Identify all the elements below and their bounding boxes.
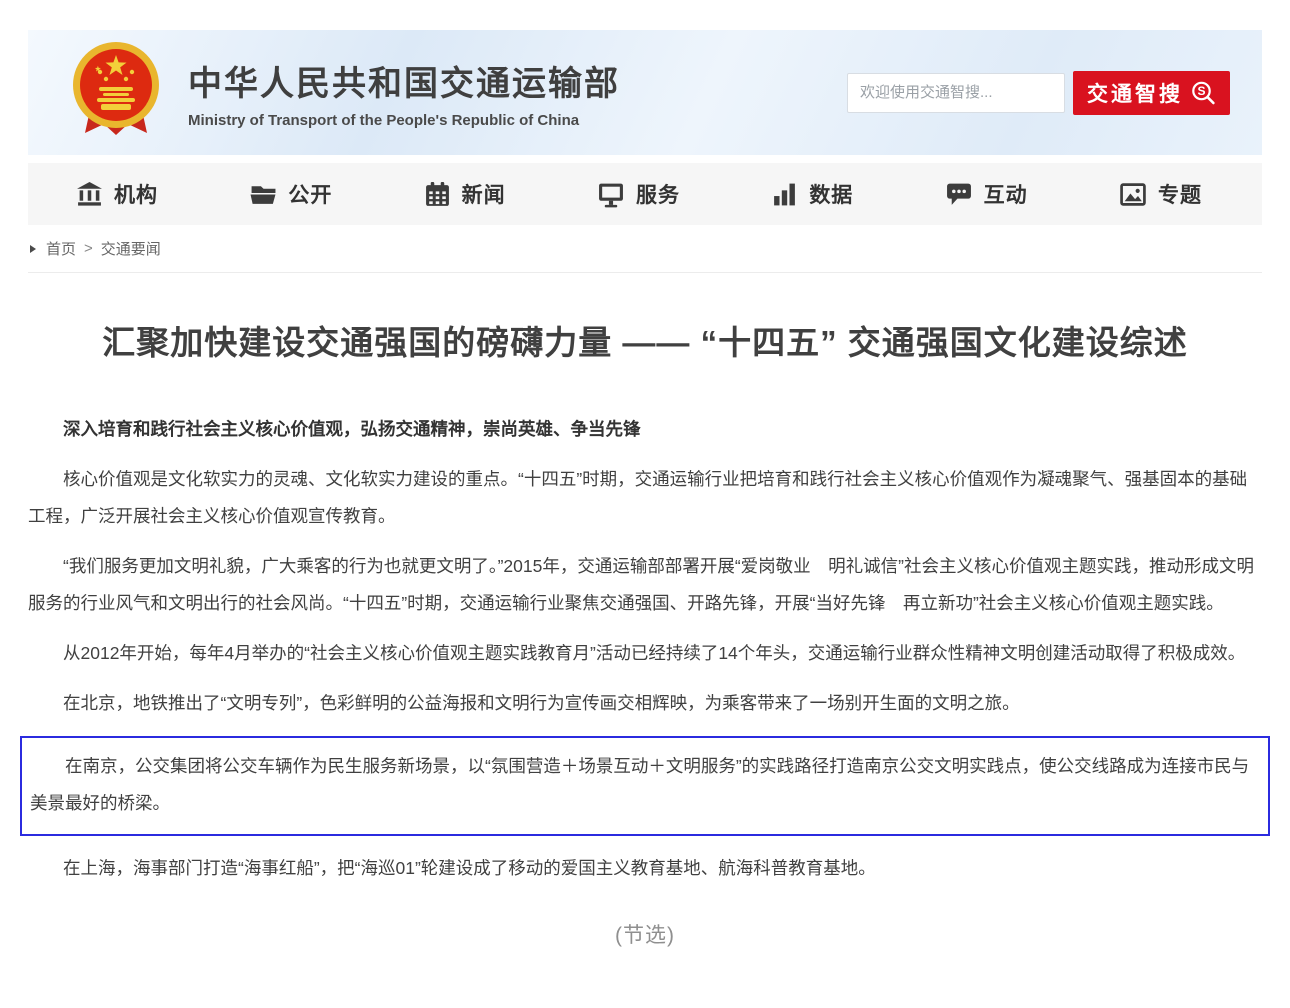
nav-label: 新闻 [462, 179, 506, 209]
breadcrumb-home-link[interactable]: 首页 [46, 238, 76, 259]
article-paragraph: “我们服务更加文明礼貌，广大乘客的行为也就更文明了。”2015年，交通运输部部署… [28, 548, 1262, 622]
search-input[interactable] [847, 73, 1065, 113]
highlighted-paragraph-box: 在南京，公交集团将公交车辆作为民生服务新场景，以“氛围营造＋场景互动＋文明服务”… [20, 736, 1270, 836]
article-lead-paragraph: 深入培育和践行社会主义核心价值观，弘扬交通精神，崇尚英雄、争当先锋 [28, 411, 1262, 448]
excerpt-note: (节选) [28, 917, 1262, 954]
site-header: 中华人民共和国交通运输部 Ministry of Transport of th… [28, 30, 1262, 155]
nav-label: 专题 [1158, 179, 1202, 209]
folder-icon [249, 181, 277, 208]
article-paragraph: 核心价值观是文化软实力的灵魂、文化软实力建设的重点。“十四五”时期，交通运输行业… [28, 461, 1262, 535]
nav-label: 服务 [636, 179, 680, 209]
nav-item-orgs[interactable]: 机构 [76, 179, 158, 209]
article-title: 汇聚加快建设交通强国的磅礴力量 —— “十四五” 交通强国文化建设综述 [28, 321, 1262, 365]
smart-search-button[interactable]: 交通智搜 S [1073, 71, 1230, 115]
article-body: 深入培育和践行社会主义核心价值观，弘扬交通精神，崇尚英雄、争当先锋 核心价值观是… [28, 411, 1262, 954]
breadcrumb-current: 交通要闻 [101, 238, 161, 259]
article-paragraph: 从2012年开始，每年4月举办的“社会主义核心价值观主题实践教育月”活动已经持续… [28, 635, 1262, 672]
main-navigation: 机构 公开 [28, 163, 1262, 225]
bank-icon [76, 181, 103, 208]
national-emblem-logo [70, 41, 162, 144]
breadcrumb-arrow-icon [30, 245, 36, 253]
nav-item-interaction[interactable]: 互动 [945, 179, 1028, 209]
article-paragraph: 在北京，地铁推出了“文明专列”，色彩鲜明的公益海报和文明行为宣传画交相辉映，为乘… [28, 685, 1262, 722]
nav-label: 机构 [114, 179, 158, 209]
search-icon: S [1190, 80, 1216, 106]
search-area: 交通智搜 S [847, 71, 1230, 115]
bar-chart-icon [771, 181, 798, 208]
article: 汇聚加快建设交通强国的磅礴力量 —— “十四五” 交通强国文化建设综述 深入培育… [28, 273, 1262, 954]
breadcrumb: 首页 > 交通要闻 [28, 225, 1262, 273]
picture-icon [1119, 181, 1147, 208]
article-paragraph-highlighted: 在南京，公交集团将公交车辆作为民生服务新场景，以“氛围营造＋场景互动＋文明服务”… [30, 748, 1260, 822]
page: 中华人民共和国交通运输部 Ministry of Transport of th… [0, 30, 1290, 954]
site-title-chinese: 中华人民共和国交通运输部 [188, 56, 620, 105]
svg-text:S: S [1197, 84, 1205, 98]
nav-label: 数据 [809, 179, 853, 209]
nav-item-topics[interactable]: 专题 [1119, 179, 1202, 209]
site-titles: 中华人民共和国交通运输部 Ministry of Transport of th… [188, 56, 620, 129]
nav-item-news[interactable]: 新闻 [424, 179, 506, 209]
speech-bubble-icon [945, 181, 973, 208]
nav-label: 互动 [984, 179, 1028, 209]
site-title-english: Ministry of Transport of the People's Re… [188, 112, 620, 129]
monitor-icon [597, 181, 625, 208]
nav-label: 公开 [288, 179, 332, 209]
nav-item-services[interactable]: 服务 [597, 179, 680, 209]
nav-item-disclosure[interactable]: 公开 [249, 179, 332, 209]
nav-item-data[interactable]: 数据 [771, 179, 853, 209]
breadcrumb-separator: > [84, 240, 93, 257]
calendar-icon [424, 181, 451, 208]
article-paragraph: 在上海，海事部门打造“海事红船”，把“海巡01”轮建设成了移动的爱国主义教育基地… [28, 850, 1262, 887]
search-button-label: 交通智搜 [1087, 78, 1183, 108]
